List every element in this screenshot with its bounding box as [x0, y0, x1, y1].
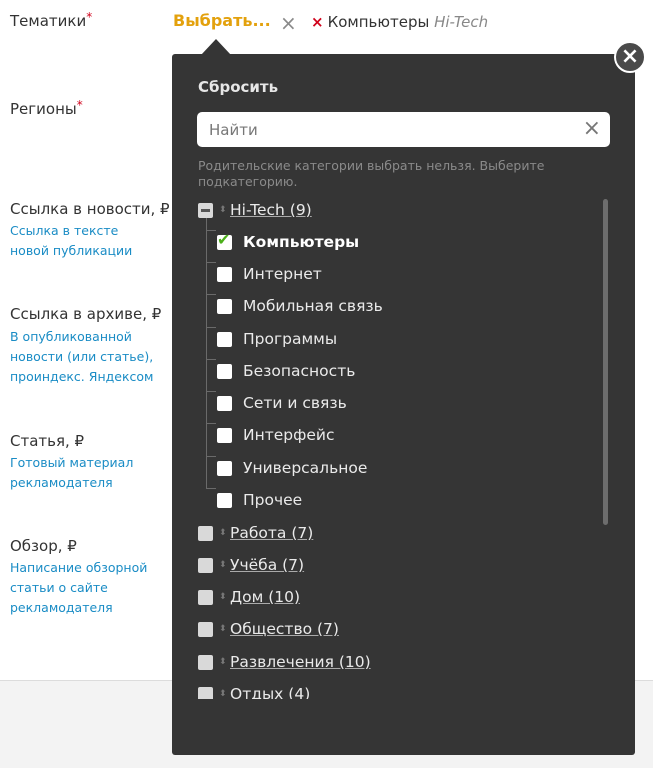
tree-branch: [206, 391, 216, 392]
collapse-toggle-icon[interactable]: [198, 202, 213, 218]
tree-item-label[interactable]: Прочее: [243, 491, 302, 509]
parent-category-note: Родительские категории выбрать нельзя. В…: [198, 158, 545, 189]
tree-item-label[interactable]: Интерфейс: [243, 426, 335, 444]
clear-selection-icon[interactable]: ×: [280, 12, 297, 34]
tree-branch: [206, 294, 216, 295]
tree-branch: [206, 423, 216, 424]
reset-button[interactable]: Сбросить: [198, 78, 278, 96]
field-hint-archive-link: В опубликованной новости (или статье), п…: [10, 329, 154, 384]
search-input[interactable]: [197, 112, 569, 147]
tree-item-rest[interactable]: ⬍ Отдых (4): [198, 682, 310, 699]
dropdown-pointer: [201, 39, 231, 55]
tree-branch: [206, 230, 216, 231]
tree-item-study[interactable]: ⬍ Учёба (7): [198, 553, 304, 577]
tree-item-label[interactable]: Отдых (4): [230, 685, 310, 699]
topics-dropdown: Сбросить × Родительские категории выбрат…: [172, 54, 635, 755]
tree-item-label[interactable]: Универсальное: [243, 459, 367, 477]
tree-item-label[interactable]: Безопасность: [243, 362, 355, 380]
checkbox[interactable]: [217, 363, 232, 379]
tree-item-label[interactable]: Работа (7): [230, 524, 313, 542]
checkbox[interactable]: [217, 298, 232, 314]
field-label-article: Статья, ₽: [10, 432, 85, 450]
tree-connector: [206, 218, 207, 488]
checkbox-disabled[interactable]: [198, 557, 213, 573]
checkbox[interactable]: [217, 460, 232, 476]
field-label-review: Обзор, ₽: [10, 537, 77, 555]
tree-item-label[interactable]: Программы: [243, 330, 337, 348]
tree-item-programs[interactable]: Программы: [217, 327, 337, 351]
tree-item-computers[interactable]: Компьютеры: [217, 230, 359, 254]
checkbox-disabled[interactable]: [198, 525, 213, 541]
tree-item-work[interactable]: ⬍ Работа (7): [198, 521, 313, 545]
field-hint-news-link: Ссылка в тексте новой публикации: [10, 223, 133, 258]
tree-item-label[interactable]: Развлечения (10): [230, 653, 371, 671]
select-topics-link[interactable]: Выбрать...: [173, 11, 271, 30]
chip-label: Компьютеры: [327, 13, 430, 31]
tree-item-entertainment[interactable]: ⬍ Развлечения (10): [198, 650, 371, 674]
required-mark: *: [76, 98, 83, 112]
checkbox-disabled[interactable]: [198, 654, 213, 670]
sort-handle-icon[interactable]: ⬍: [219, 206, 227, 215]
sort-handle-icon[interactable]: ⬍: [219, 690, 227, 699]
tree-item-label[interactable]: Дом (10): [230, 588, 300, 606]
search-box: ×: [197, 112, 610, 147]
tree-item-mobile[interactable]: Мобильная связь: [217, 294, 383, 318]
tree-branch: [206, 456, 216, 457]
chip-parent: Hi-Tech: [434, 13, 489, 31]
field-label-news-link: Ссылка в новости, ₽: [10, 200, 170, 218]
sort-handle-icon[interactable]: ⬍: [219, 529, 227, 538]
selected-topic-chip: × Компьютеры Hi-Tech: [311, 13, 488, 31]
tree-item-label[interactable]: Учёба (7): [230, 556, 304, 574]
tree-item-label[interactable]: Сети и связь: [243, 394, 347, 412]
field-hint-review: Написание обзорной статьи о сайте реклам…: [10, 560, 148, 615]
tree-branch: [206, 327, 216, 328]
topics-label: Тематики*: [10, 10, 93, 30]
required-mark: *: [86, 10, 93, 24]
category-tree: ⬍ Hi-Tech (9) Компьютеры Интернет Мобиль…: [172, 194, 602, 699]
tree-item-other[interactable]: Прочее: [217, 488, 302, 512]
tree-item-universal[interactable]: Универсальное: [217, 456, 367, 480]
tree-branch: [206, 488, 216, 489]
search-clear-icon[interactable]: ×: [583, 116, 601, 142]
remove-chip-icon[interactable]: ×: [311, 13, 324, 31]
checkbox[interactable]: [217, 331, 232, 347]
tree-item-internet[interactable]: Интернет: [217, 262, 322, 286]
checkbox[interactable]: [217, 427, 232, 443]
tree-item-networks[interactable]: Сети и связь: [217, 391, 347, 415]
tree-item-security[interactable]: Безопасность: [217, 359, 355, 383]
tree-item-label[interactable]: Мобильная связь: [243, 297, 383, 315]
regions-label: Регионы*: [10, 98, 83, 118]
checkbox-disabled[interactable]: [198, 686, 213, 699]
sort-handle-icon[interactable]: ⬍: [219, 625, 227, 634]
checkbox[interactable]: [217, 492, 232, 508]
checkbox[interactable]: [217, 395, 232, 411]
tree-item-society[interactable]: ⬍ Общество (7): [198, 617, 339, 641]
checkbox-disabled[interactable]: [198, 589, 213, 605]
field-label-archive-link: Ссылка в архиве, ₽: [10, 305, 162, 323]
tree-item-label[interactable]: Интернет: [243, 265, 322, 283]
tree-branch: [206, 262, 216, 263]
tree-item-label[interactable]: Общество (7): [230, 620, 339, 638]
sort-handle-icon[interactable]: ⬍: [219, 561, 227, 570]
tree-scrollbar[interactable]: [603, 199, 608, 525]
tree-item-label[interactable]: Компьютеры: [243, 233, 359, 251]
field-hint-article: Готовый материал рекламодателя: [10, 455, 134, 490]
tree-item-interface[interactable]: Интерфейс: [217, 423, 335, 447]
tree-branch: [206, 359, 216, 360]
checkbox[interactable]: [217, 266, 232, 282]
checkbox-checked[interactable]: [217, 230, 232, 250]
sort-handle-icon[interactable]: ⬍: [219, 658, 227, 667]
tree-item-hi-tech[interactable]: ⬍ Hi-Tech (9): [198, 198, 312, 222]
checkbox-disabled[interactable]: [198, 621, 213, 637]
tree-item-label[interactable]: Hi-Tech (9): [230, 201, 312, 219]
tree-item-home[interactable]: ⬍ Дом (10): [198, 585, 300, 609]
sort-handle-icon[interactable]: ⬍: [219, 593, 227, 602]
close-dropdown-icon[interactable]: ×: [614, 41, 646, 73]
